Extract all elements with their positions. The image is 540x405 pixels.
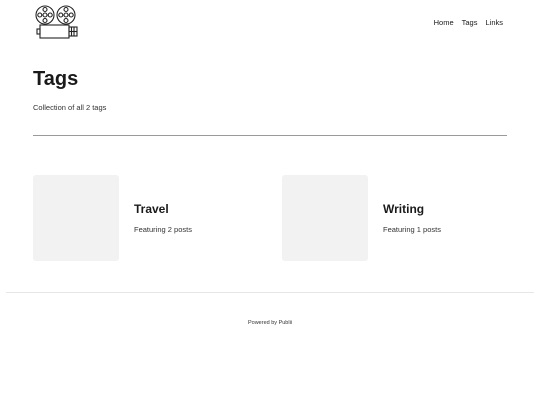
- page: Home Tags Links Tags Collection of all 2…: [0, 0, 540, 405]
- nav-tags[interactable]: Tags: [462, 18, 478, 27]
- tag-card-travel: Travel Featuring 2 posts: [33, 175, 253, 261]
- tag-post-count: Featuring 2 posts: [134, 225, 192, 234]
- page-subtitle: Collection of all 2 tags: [33, 103, 107, 112]
- tag-card-writing: Writing Featuring 1 posts: [282, 175, 502, 261]
- tag-thumbnail[interactable]: [33, 175, 119, 261]
- tag-title-link[interactable]: Writing: [383, 202, 424, 216]
- nav-home[interactable]: Home: [434, 18, 454, 27]
- site-header: Home Tags Links: [0, 0, 540, 50]
- nav-links[interactable]: Links: [485, 18, 503, 27]
- tag-title-link[interactable]: Travel: [134, 202, 169, 216]
- tag-thumbnail[interactable]: [282, 175, 368, 261]
- tag-post-count: Featuring 1 posts: [383, 225, 441, 234]
- powered-by-text: Powered by: [247, 320, 279, 326]
- main-nav: Home Tags Links: [434, 18, 503, 27]
- publii-link[interactable]: Publii: [279, 320, 292, 326]
- film-projector-icon: [35, 5, 78, 39]
- footer-divider: [6, 292, 534, 293]
- page-title: Tags: [33, 68, 79, 90]
- site-logo-link[interactable]: [33, 4, 81, 44]
- header-divider: [33, 135, 507, 136]
- site-footer: Powered by Publii: [0, 320, 540, 326]
